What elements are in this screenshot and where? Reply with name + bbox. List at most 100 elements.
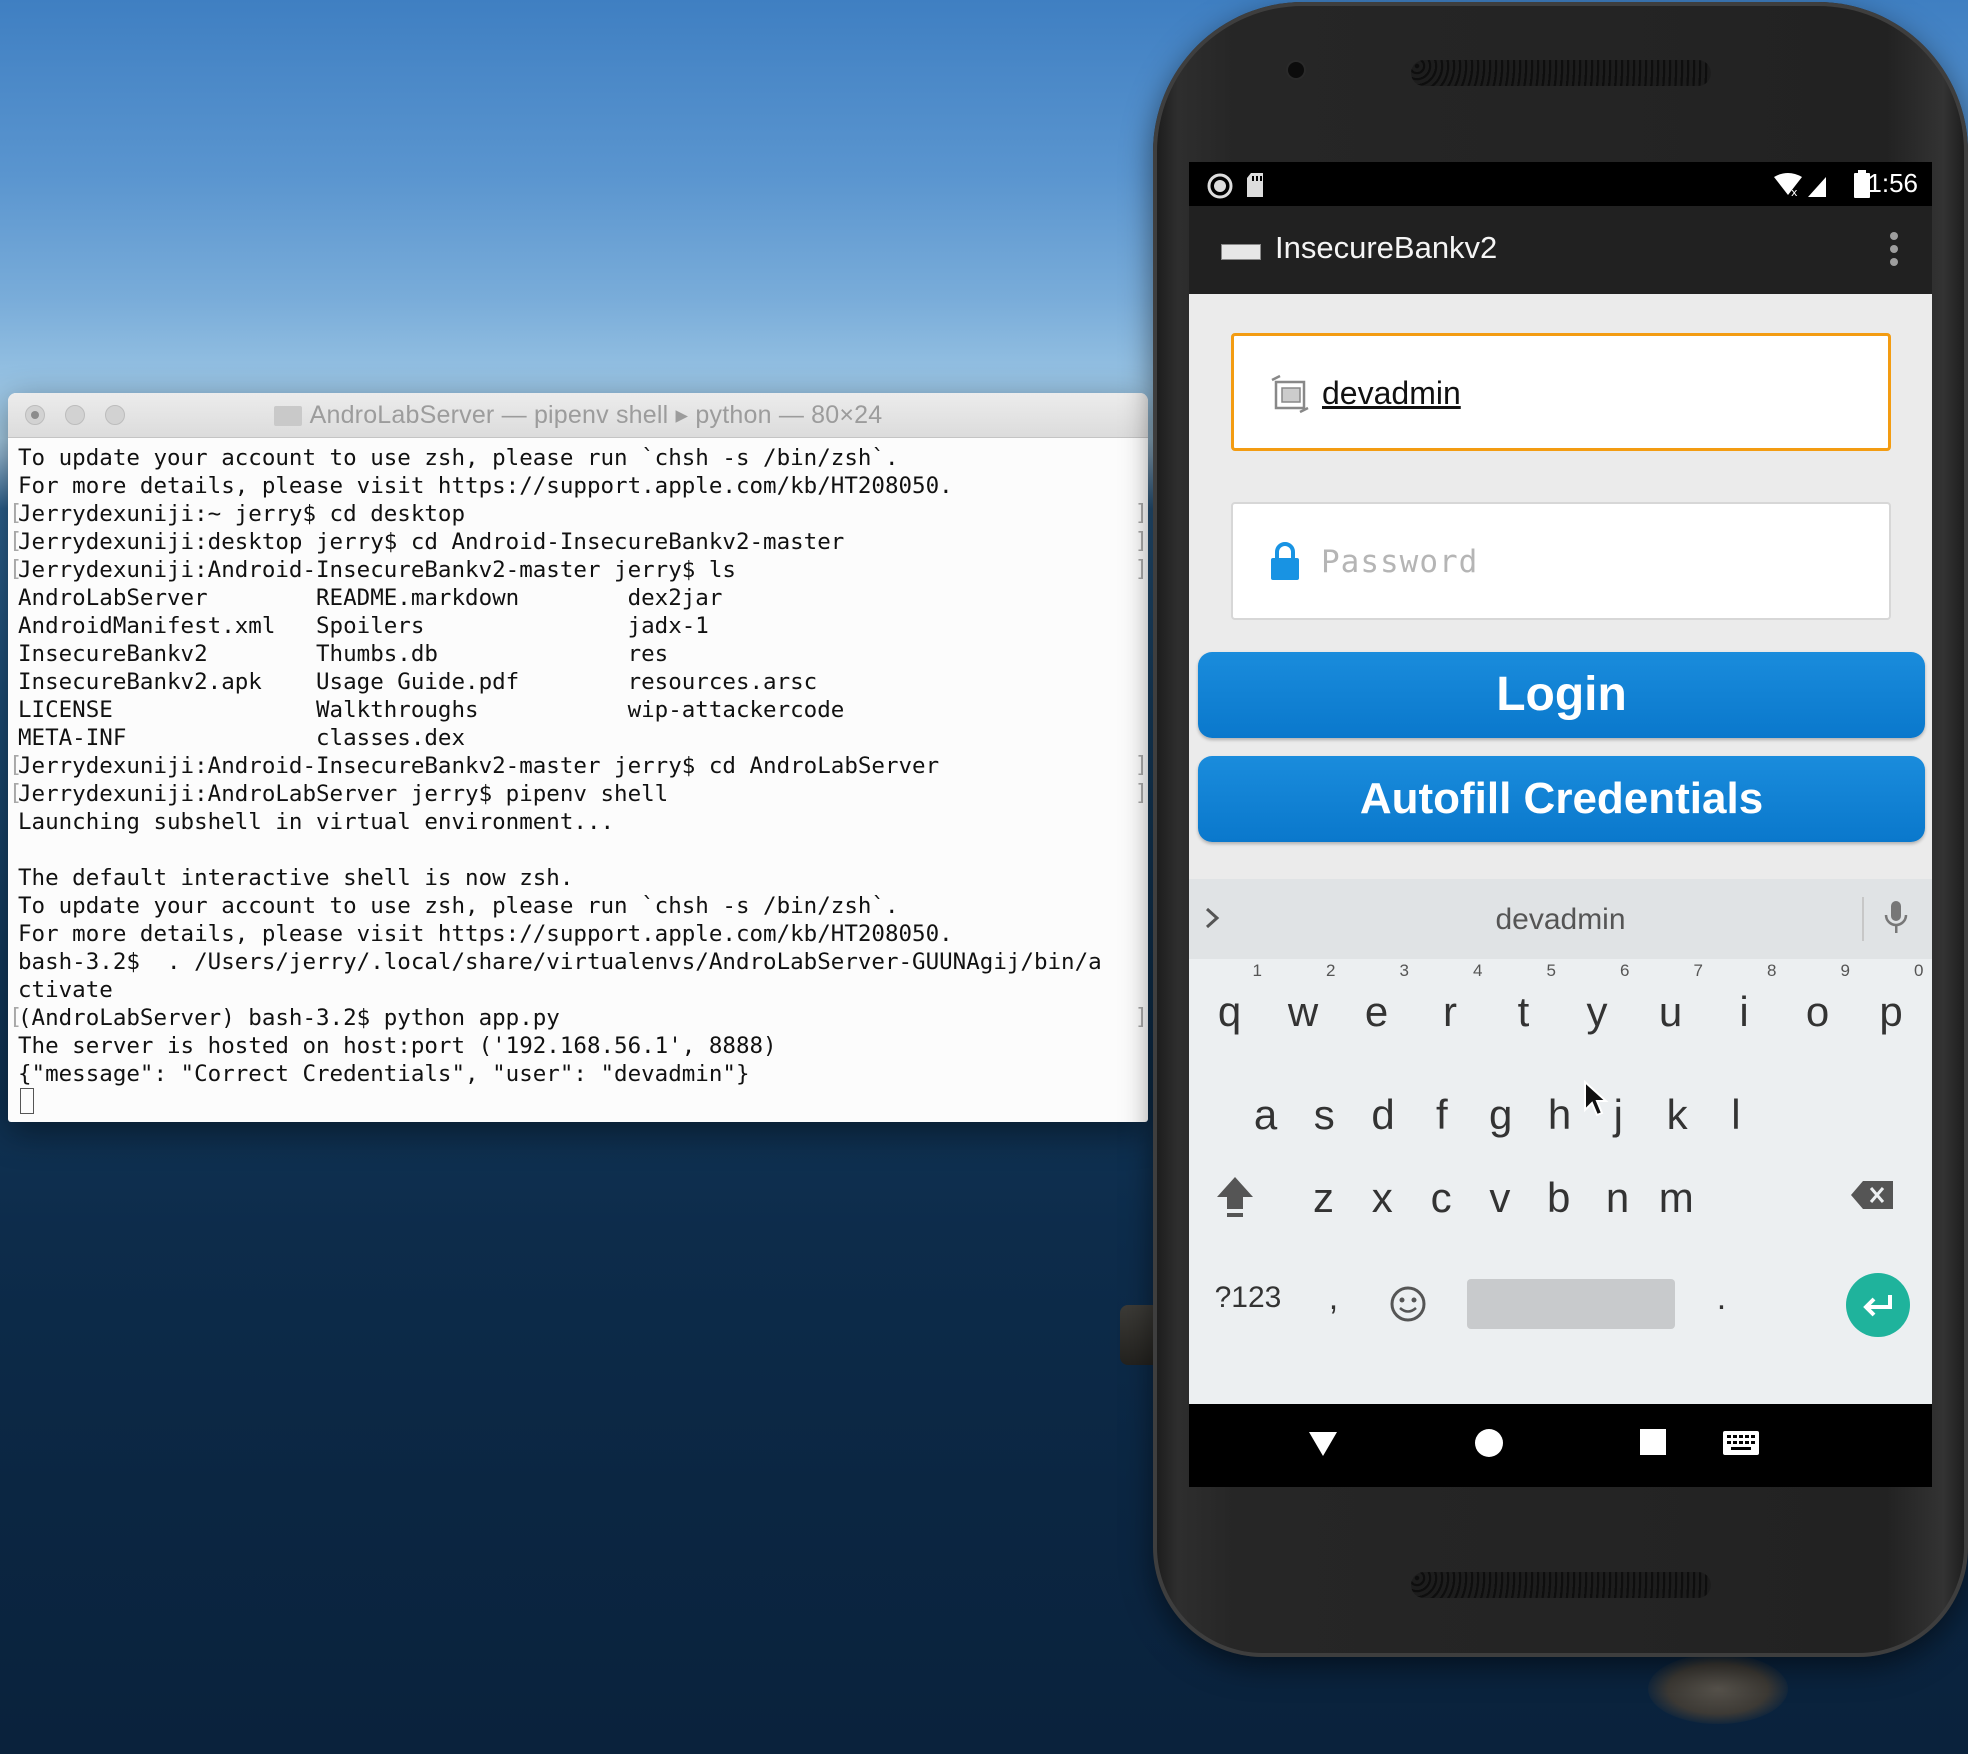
password-field[interactable]: Password (1231, 502, 1891, 620)
key-label: p (1879, 988, 1903, 1035)
key-number-hint: 7 (1693, 961, 1703, 980)
key-label: w (1287, 988, 1319, 1035)
key-label: r (1443, 988, 1457, 1035)
key-u[interactable]: 7u (1634, 959, 1707, 1049)
terminal-title-text: AndroLabServer — pipenv shell ▸ python —… (309, 401, 883, 429)
key-p[interactable]: 0p (1855, 959, 1928, 1049)
zoom-window-button[interactable] (105, 405, 125, 425)
suggestion-strip: devadmin (1189, 879, 1932, 959)
key-t[interactable]: 5t (1487, 959, 1560, 1049)
terminal-titlebar[interactable]: AndroLabServer — pipenv shell ▸ python —… (8, 393, 1148, 438)
divider (1862, 897, 1864, 941)
terminal-prompt-line[interactable] (18, 1088, 1148, 1116)
terminal-line: ctivate (18, 977, 113, 1003)
terminal-title: AndroLabServer — pipenv shell ▸ python —… (273, 401, 883, 429)
key-label: l (1731, 1091, 1741, 1138)
svg-text:x: x (1791, 186, 1798, 197)
back-triangle-icon[interactable] (1307, 1428, 1339, 1458)
key-label: e (1364, 988, 1389, 1035)
status-bar: x 1:56 (1189, 162, 1932, 206)
folder-icon (273, 406, 302, 426)
bottom-speaker (1411, 1572, 1711, 1598)
key-e[interactable]: 3e (1340, 959, 1413, 1049)
android-emulator: x 1:56 InsecureBankv2 devadmin Password … (1153, 2, 1968, 1657)
terminal-line: To update your account to use zsh, pleas… (18, 893, 899, 919)
key-label: u (1658, 988, 1683, 1035)
user-id-icon (1271, 374, 1309, 414)
key-number-hint: 2 (1326, 961, 1336, 980)
terminal-line: Jerrydexuniji:Android-InsecureBankv2-mas… (9, 556, 1148, 584)
wifi-signal-icon: x (1774, 173, 1826, 197)
space-bar[interactable] (1467, 1279, 1675, 1329)
key-i[interactable]: 8i (1708, 959, 1781, 1049)
autofill-credentials-button[interactable]: Autofill Credentials (1198, 756, 1925, 842)
key-l[interactable]: l (1699, 1062, 1772, 1152)
keyboard-row-3: zxcvbnm (1189, 1145, 1932, 1245)
key-m[interactable]: m (1640, 1145, 1713, 1235)
overflow-menu-icon[interactable] (1890, 232, 1898, 271)
enter-key[interactable] (1846, 1273, 1910, 1337)
keyboard-switch-icon[interactable] (1722, 1430, 1760, 1456)
microphone-icon[interactable] (1884, 901, 1908, 935)
username-value: devadmin (1322, 375, 1461, 411)
key-y[interactable]: 6y (1561, 959, 1634, 1049)
soft-keyboard: devadmin 1q2w3e4r5t6y7u8i9o0p asdfghjkl … (1189, 879, 1932, 1404)
shift-icon[interactable] (1215, 1175, 1255, 1219)
mouse-pointer-icon (1584, 1080, 1609, 1117)
terminal-line: For more details, please visit https://s… (18, 473, 953, 499)
key-label: o (1805, 988, 1830, 1035)
keyboard-row-4: ?123 , . (1189, 1245, 1932, 1345)
terminal-window[interactable]: AndroLabServer — pipenv shell ▸ python —… (8, 393, 1148, 1122)
terminal-line: Jerrydexuniji:Android-InsecureBankv2-mas… (9, 752, 1148, 780)
key-number-hint: 9 (1840, 961, 1850, 980)
home-circle-icon[interactable] (1472, 1426, 1506, 1460)
suggestion-word[interactable]: devadmin (1189, 903, 1932, 937)
close-window-button[interactable] (25, 405, 45, 425)
terminal-line: InsecureBankv2.apk Usage Guide.pdf resou… (18, 669, 818, 695)
app-logo-icon (1221, 244, 1261, 260)
terminal-line: For more details, please visit https://s… (18, 921, 953, 947)
terminal-line: Launching subshell in virtual environmen… (18, 809, 615, 835)
front-camera (1288, 62, 1304, 78)
terminal-output[interactable]: To update your account to use zsh, pleas… (8, 438, 1148, 1116)
key-o[interactable]: 9o (1781, 959, 1854, 1049)
period-key[interactable]: . (1685, 1245, 1758, 1335)
login-button[interactable]: Login (1198, 652, 1925, 738)
lock-icon (1271, 542, 1299, 580)
terminal-line: InsecureBankv2 Thumbs.db res (18, 641, 669, 667)
backspace-icon[interactable] (1849, 1179, 1895, 1211)
emoji-icon[interactable] (1389, 1285, 1427, 1323)
android-nav-bar (1189, 1404, 1932, 1487)
username-field[interactable]: devadmin (1231, 333, 1891, 451)
key-r[interactable]: 4r (1414, 959, 1487, 1049)
terminal-line: Jerrydexuniji:AndroLabServer jerry$ pipe… (9, 780, 1148, 808)
key-number-hint: 4 (1473, 961, 1483, 980)
key-q[interactable]: 1q (1193, 959, 1266, 1049)
minimize-window-button[interactable] (65, 405, 85, 425)
recents-square-icon[interactable] (1639, 1428, 1667, 1456)
key-number-hint: 5 (1546, 961, 1556, 980)
terminal-line: META-INF classes.dex (18, 725, 466, 751)
login-form: devadmin Password Login Autofill Credent… (1189, 294, 1932, 879)
key-number-hint: 8 (1767, 961, 1777, 980)
terminal-line: AndroidManifest.xml Spoilers jadx-1 (18, 613, 709, 639)
app-title: InsecureBankv2 (1275, 230, 1498, 265)
terminal-line: bash-3.2$ . /Users/jerry/.local/share/vi… (18, 949, 1102, 975)
key-w[interactable]: 2w (1267, 959, 1340, 1049)
comma-key[interactable]: , (1297, 1245, 1370, 1335)
password-placeholder: Password (1321, 544, 1479, 580)
key-number-hint: 1 (1252, 961, 1262, 980)
sea-rock (1648, 1654, 1788, 1724)
key-label: t (1517, 988, 1530, 1035)
terminal-line: (AndroLabServer) bash-3.2$ python app.py (9, 1004, 1148, 1032)
text-cursor (20, 1088, 34, 1114)
symbols-key[interactable]: ?123 (1203, 1245, 1293, 1335)
return-arrow-icon (1863, 1295, 1892, 1317)
keyboard-row-1: 1q2w3e4r5t6y7u8i9o0p (1189, 959, 1932, 1059)
record-icon (1207, 173, 1233, 199)
period-key-label: . (1716, 1279, 1727, 1317)
terminal-line: {"message": "Correct Credentials", "user… (18, 1061, 750, 1087)
status-time: 1:56 (1867, 168, 1918, 198)
terminal-line: The server is hosted on host:port ('192.… (18, 1033, 777, 1059)
app-toolbar: InsecureBankv2 (1189, 206, 1932, 294)
